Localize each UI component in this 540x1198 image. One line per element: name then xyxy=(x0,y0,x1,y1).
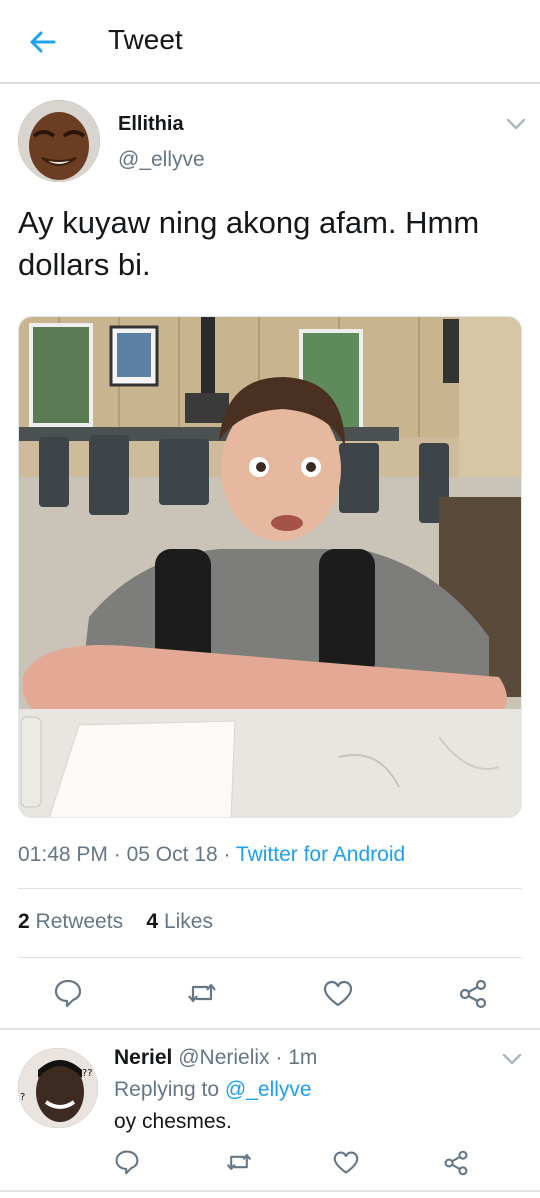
arrow-left-icon[interactable] xyxy=(26,26,58,58)
retweets-count[interactable]: 2 xyxy=(18,910,30,933)
dot-separator: · xyxy=(113,843,127,866)
reply-text: oy chesmes. xyxy=(114,1110,232,1133)
reply-author-avatar[interactable]: ?? ? xyxy=(18,1048,98,1128)
author-handle[interactable]: @_ellyve xyxy=(118,148,205,172)
share-icon[interactable] xyxy=(443,1150,469,1176)
replying-to-label: Replying to xyxy=(114,1078,220,1101)
svg-text:??: ?? xyxy=(82,1068,93,1079)
top-bar: Tweet xyxy=(0,0,540,84)
page-title: Tweet xyxy=(108,24,183,55)
like-heart-icon[interactable] xyxy=(323,979,353,1009)
tweet-source-link[interactable]: Twitter for Android xyxy=(236,843,405,866)
likes-label[interactable]: Likes xyxy=(164,910,213,933)
author-name[interactable]: Ellithia xyxy=(118,113,184,136)
divider xyxy=(18,957,522,958)
author-avatar[interactable] xyxy=(18,100,100,182)
divider xyxy=(18,888,522,889)
retweet-icon[interactable] xyxy=(226,1149,252,1175)
retweets-label[interactable]: Retweets xyxy=(36,910,124,933)
reply-author-handle[interactable]: @Nerielix xyxy=(178,1046,269,1069)
tweet-stats: 2 Retweets 4 Likes xyxy=(18,910,213,934)
section-separator xyxy=(0,1190,540,1192)
like-heart-icon[interactable] xyxy=(333,1150,359,1176)
reply-author-name[interactable]: Neriel xyxy=(114,1046,172,1069)
chevron-down-icon[interactable] xyxy=(506,117,526,131)
likes-count[interactable]: 4 xyxy=(146,910,158,933)
share-icon[interactable] xyxy=(458,979,488,1009)
chevron-down-icon[interactable] xyxy=(502,1052,522,1066)
dot-separator: · xyxy=(223,843,236,866)
tweet-text: Ay kuyaw ning akong afam. Hmm dollars bi… xyxy=(18,205,480,282)
reply-header: Neriel @Nerielix · 1m xyxy=(114,1046,317,1070)
tweet-date: 05 Oct 18 xyxy=(126,843,218,866)
tweet-time: 01:48 PM xyxy=(18,843,108,866)
section-separator xyxy=(0,1028,540,1030)
replying-to: Replying to @_ellyve xyxy=(114,1078,312,1102)
retweet-icon[interactable] xyxy=(187,978,217,1008)
reply-icon[interactable] xyxy=(114,1149,140,1175)
reply-icon[interactable] xyxy=(53,978,83,1008)
tweet-timestamp: 01:48 PM · 05 Oct 18 · Twitter for Andro… xyxy=(18,843,405,867)
replying-to-mention[interactable]: @_ellyve xyxy=(225,1078,312,1101)
svg-text:?: ? xyxy=(20,1092,25,1103)
tweet-photo[interactable] xyxy=(18,316,522,818)
dot-separator: · xyxy=(275,1046,289,1069)
reply-time: 1m xyxy=(288,1046,318,1069)
